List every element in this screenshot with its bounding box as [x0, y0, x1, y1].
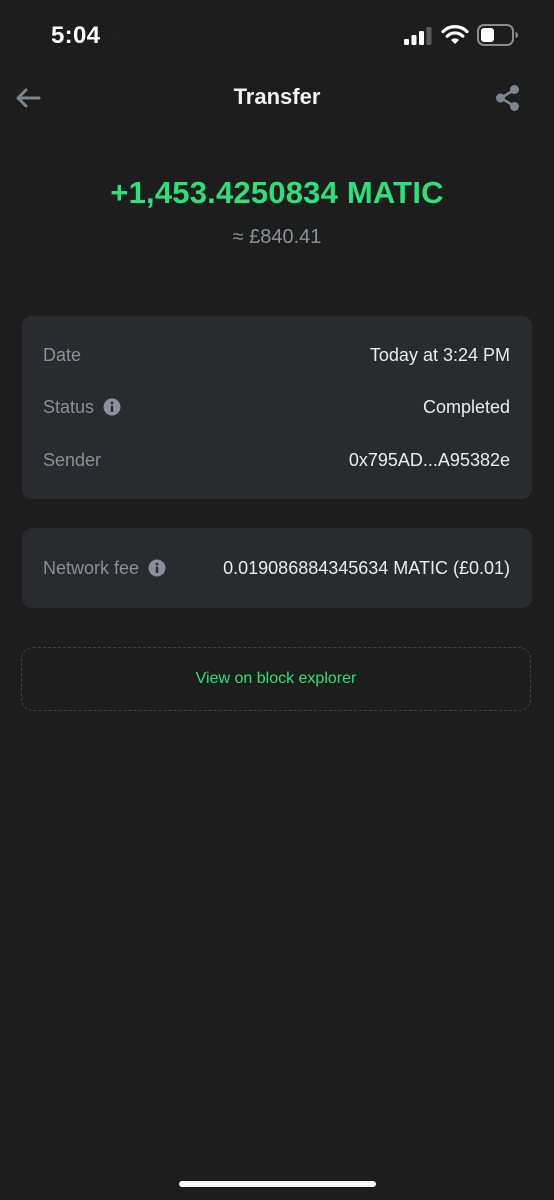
home-indicator[interactable]: [179, 1181, 376, 1187]
date-label: Date: [43, 344, 82, 365]
network-fee-label: Network fee: [43, 557, 140, 578]
network-fee-row: Network fee 0.019086884345634 MATIC (£0.…: [43, 554, 510, 582]
details-card: Date Today at 3:24 PM Status Completed S…: [22, 316, 532, 499]
status-label: Status: [43, 396, 95, 417]
cellular-signal-icon: [404, 27, 432, 45]
page-title: Transfer: [233, 84, 321, 109]
transaction-amount: +1,453.4250834 MATIC: [110, 175, 444, 210]
nav-bar: Transfer: [0, 72, 554, 126]
status-row: Status Completed: [43, 393, 510, 421]
sender-address[interactable]: 0x795AD...A95382e: [349, 450, 510, 471]
sender-row: Sender 0x795AD...A95382e: [43, 446, 510, 474]
share-button[interactable]: [490, 80, 526, 116]
share-icon: [496, 85, 519, 111]
network-fee-value: 0.019086884345634 MATIC (£0.01): [223, 557, 510, 578]
network-fee-card: Network fee 0.019086884345634 MATIC (£0.…: [22, 528, 532, 608]
date-value: Today at 3:24 PM: [369, 344, 510, 365]
network-fee-label-group: Network fee: [43, 558, 166, 579]
status-bar: 5:04: [0, 0, 554, 72]
status-time: 5:04: [51, 22, 101, 49]
date-row: Date Today at 3:24 PM: [43, 341, 510, 369]
status-value: Completed: [422, 396, 510, 417]
battery-icon: [477, 24, 518, 46]
fiat-value: ≈ £840.41: [232, 226, 322, 248]
info-icon[interactable]: [103, 398, 121, 416]
status-label-group: Status: [43, 397, 121, 418]
info-icon[interactable]: [148, 559, 166, 577]
sender-label: Sender: [43, 449, 102, 470]
moon-icon: [113, 27, 121, 42]
view-on-block-explorer-button[interactable]: View on block explorer: [21, 647, 531, 711]
wifi-icon: [441, 25, 469, 44]
